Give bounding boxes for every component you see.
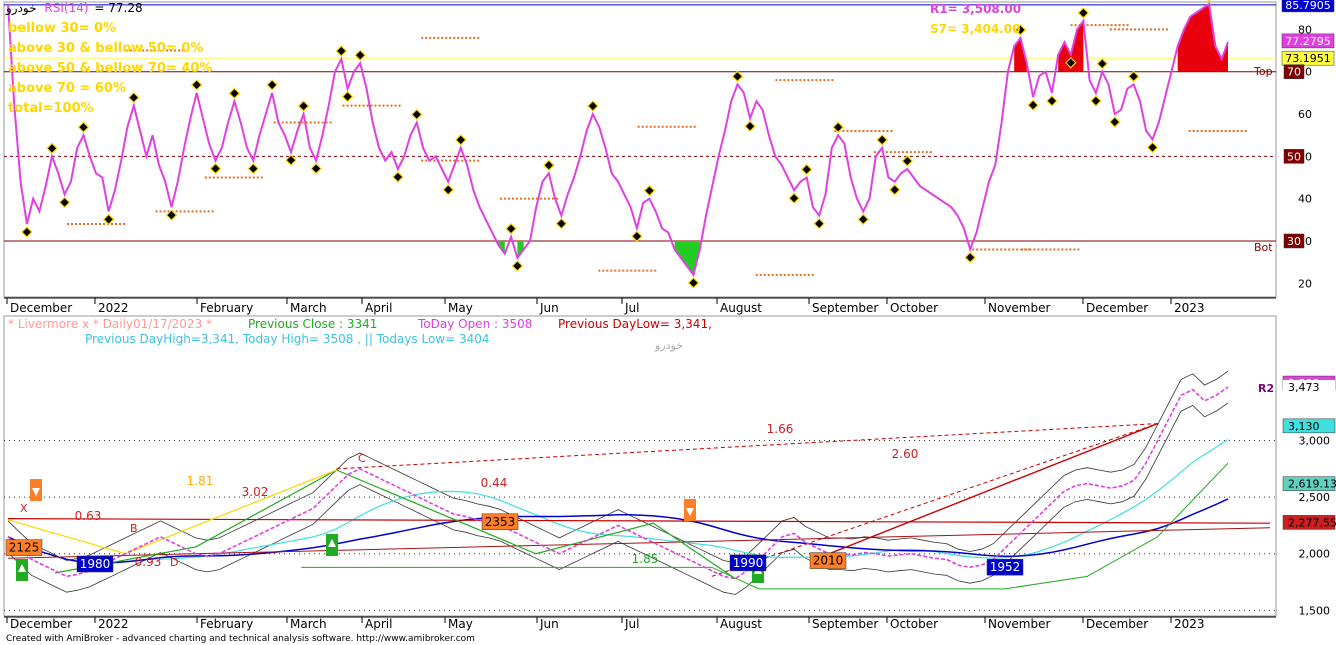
price-month-12: December bbox=[1086, 617, 1148, 631]
rsi-month-13: 2023 bbox=[1174, 301, 1205, 315]
price-badge-label-4: 2,277.55 bbox=[1288, 516, 1336, 529]
rsi-header-name: خودرو bbox=[5, 1, 37, 16]
rsi-header-value: = 77.28 bbox=[94, 1, 142, 15]
rsi-month-9: September bbox=[812, 301, 878, 315]
level-box-label-4: 2010 bbox=[813, 554, 844, 568]
r1-label: R1= 3,508.00 bbox=[930, 2, 1021, 16]
rsi-month-12: December bbox=[1086, 301, 1148, 315]
rsi-ytick-60: 60 bbox=[1298, 108, 1312, 121]
rsi-ytick-40: 40 bbox=[1298, 193, 1312, 206]
price-ytick-2500: 2,500 bbox=[1299, 491, 1331, 504]
today-open: ToDay Open : 3508 bbox=[417, 317, 532, 331]
price-month-13: 2023 bbox=[1174, 617, 1205, 631]
price-ytick-3000: 3,000 bbox=[1299, 435, 1331, 448]
rsi-month-1: 2022 bbox=[98, 301, 129, 315]
rsi-header-indicator: RSI(14) bbox=[44, 1, 88, 15]
price-month-4: April bbox=[365, 617, 392, 631]
fib-label-6: 1.66 bbox=[767, 422, 794, 436]
stat-bellow-30: bellow 30= 0% bbox=[8, 21, 116, 36]
daily-high-low: Previous DayHigh=3,341, Today High= 3508… bbox=[85, 332, 490, 346]
rsi-month-4: April bbox=[365, 301, 392, 315]
stat-above-70: above 70 = 60% bbox=[8, 81, 126, 96]
rsi-badge-label-4: 50 bbox=[1287, 150, 1301, 163]
rsi-badge-label-1: 77.2795 bbox=[1285, 35, 1331, 48]
stat-50-70: above 50 & bellow 70= 40% bbox=[8, 61, 212, 76]
level-box-label-2: 2353 bbox=[485, 515, 516, 529]
pattern-letter-3: C bbox=[358, 452, 366, 465]
price-month-11: November bbox=[988, 617, 1050, 631]
pattern-letter-0: X bbox=[20, 502, 28, 515]
fib-label-1: 3.02 bbox=[242, 485, 269, 499]
stat-total: total=100% bbox=[8, 101, 94, 116]
price-month-0: December bbox=[10, 617, 72, 631]
stat-30-50: above 30 & bellow 50= 0% bbox=[8, 41, 203, 56]
rsi-month-6: Jun bbox=[539, 301, 559, 315]
fib-label-7: 2.60 bbox=[892, 447, 919, 461]
previous-daylow: Previous DayLow= 3,341, bbox=[558, 317, 712, 331]
rsi-badge-label-2: 73.1951 bbox=[1285, 52, 1331, 65]
pattern-letter-2: B bbox=[130, 522, 138, 535]
price-month-8: August bbox=[720, 617, 762, 631]
price-month-3: March bbox=[290, 617, 327, 631]
price-month-6: Jun bbox=[539, 617, 559, 631]
fib-label-3: 0.93 bbox=[135, 555, 162, 569]
rsi-month-3: March bbox=[290, 301, 327, 315]
rsi-month-8: August bbox=[720, 301, 762, 315]
chart-canvas: 2030405060708085.790577.279573.195170503… bbox=[0, 0, 1336, 645]
price-month-9: September bbox=[812, 617, 878, 631]
top-label: Top bbox=[1253, 65, 1273, 78]
svg-text:خودرو RSI(14) = 77: خودرو RSI(14) = 77.28 bbox=[5, 1, 143, 16]
price-month-1: 2022 bbox=[98, 617, 129, 631]
price-axis-bg bbox=[1277, 316, 1336, 616]
pattern-letter-4: D bbox=[170, 556, 178, 569]
watermark: خودرو bbox=[654, 339, 683, 352]
rsi-month-0: December bbox=[10, 301, 72, 315]
rsi-ytick-20: 20 bbox=[1298, 277, 1312, 290]
rsi-month-2: February bbox=[200, 301, 253, 315]
level-box-label-1: 1980 bbox=[80, 557, 111, 571]
footer-credit: Created with AmiBroker - advanced charti… bbox=[6, 634, 475, 644]
fib-label-0: 1.81 bbox=[187, 474, 214, 488]
price-ytick-2000: 2,000 bbox=[1299, 548, 1331, 561]
rsi-month-5: May bbox=[448, 301, 473, 315]
price-ytick-1500: 1,500 bbox=[1299, 604, 1331, 617]
level-box-label-0: 2125 bbox=[9, 541, 40, 555]
rsi-badge-label-3: 70 bbox=[1287, 66, 1301, 79]
price-badge-label-3: 2,619.13 bbox=[1288, 478, 1336, 491]
rsi-month-11: November bbox=[988, 301, 1050, 315]
price-month-5: May bbox=[448, 617, 473, 631]
price-title: * Livermore x * Daily01/17/2023 * bbox=[8, 317, 212, 331]
price-badge-label-2: 3,130 bbox=[1288, 420, 1320, 433]
rsi-month-10: October bbox=[890, 301, 938, 315]
r2-label: R2 bbox=[1258, 382, 1274, 395]
rsi-badge-label-5: 30 bbox=[1287, 235, 1301, 248]
rsi-month-7: Jul bbox=[624, 301, 639, 315]
s7-label: S7= 3,404.00 bbox=[930, 22, 1020, 36]
rsi-badge-label-0: 85.7905 bbox=[1285, 0, 1331, 12]
price-month-2: February bbox=[200, 617, 253, 631]
price-month-7: Jul bbox=[624, 617, 639, 631]
fib-label-4: 0.44 bbox=[481, 476, 508, 490]
price-month-10: October bbox=[890, 617, 938, 631]
price-badge-label-1: 3,473 bbox=[1288, 381, 1320, 394]
bot-label: Bot bbox=[1254, 241, 1273, 254]
previous-close: Previous Close : 3341 bbox=[248, 317, 377, 331]
fib-label-2: 0.63 bbox=[75, 509, 102, 523]
level-box-label-5: 1952 bbox=[990, 560, 1021, 574]
level-box-label-3: 1990 bbox=[733, 556, 764, 570]
fib-label-5: 1.85 bbox=[632, 552, 659, 566]
